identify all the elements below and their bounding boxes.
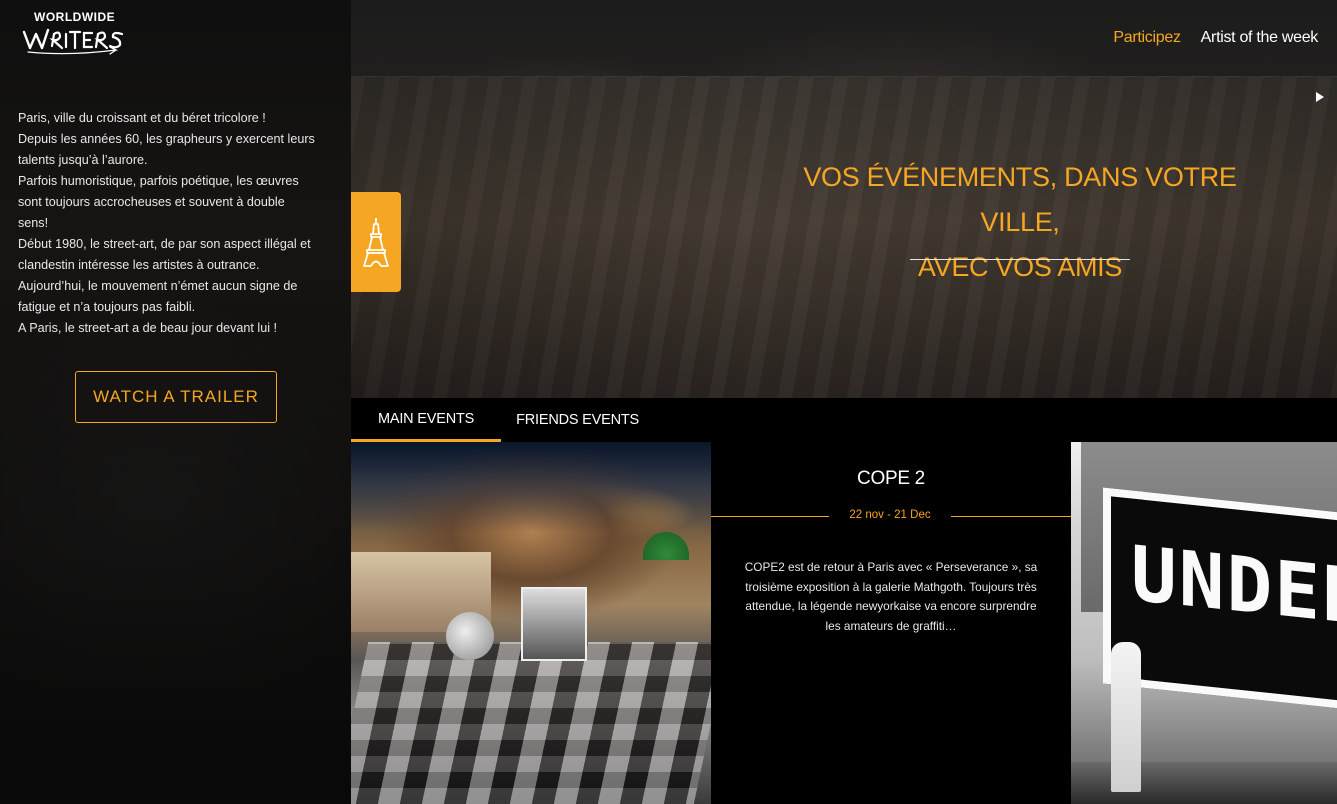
intro-line: Depuis les années 60, les grapheurs y ex… (18, 132, 315, 167)
date-divider-right (951, 516, 1071, 517)
event-date: 22 nov - 21 Dec (849, 509, 931, 521)
event-title[interactable]: COPE 2 (711, 468, 1071, 490)
intro-text: Paris, ville du croissant et du béret tr… (18, 108, 318, 339)
intro-line: Début 1980, le street-art, de par son as… (18, 237, 311, 272)
photo-portrait-rooftop (351, 642, 711, 804)
site-logo[interactable]: WORLDWIDE (20, 10, 130, 56)
photo-mosque-dome (643, 532, 689, 560)
intro-line: Aujourd’hui, le mouvement n’émet aucun s… (18, 279, 298, 314)
date-divider-left (711, 516, 829, 517)
nav-participez[interactable]: Participez (1113, 29, 1181, 47)
logo-wordmark-graffiti (22, 28, 124, 55)
tab-main-events[interactable]: MAIN EVENTS (351, 398, 502, 442)
sign-text: UNDER (1131, 528, 1337, 643)
event-card: COPE 2 22 nov - 21 Dec COPE2 est de reto… (711, 442, 1071, 804)
photo-satellite-dish (446, 612, 494, 660)
photo-painter (1111, 642, 1141, 792)
top-nav: Participez Artist of the week (1113, 29, 1318, 47)
play-arrow-icon[interactable] (1316, 92, 1324, 102)
events-section: MAIN EVENTS FRIENDS EVENTS COPE 2 22 nov… (351, 398, 1337, 804)
tagline-divider (910, 259, 1130, 260)
photo-portrait-poster (521, 587, 587, 661)
events-tabs: MAIN EVENTS FRIENDS EVENTS (351, 398, 1337, 442)
intro-line: Parfois humoristique, parfois poétique, … (18, 174, 299, 230)
watch-trailer-button[interactable]: WATCH A TRAILER (75, 371, 277, 423)
event-photo-under-sign[interactable]: UNDER (1071, 442, 1337, 804)
city-selector-badge[interactable] (351, 192, 401, 292)
eiffel-tower-icon (363, 218, 389, 267)
event-description: COPE2 est de retour à Paris avec « Perse… (744, 560, 1038, 633)
event-photo-village[interactable] (351, 442, 711, 804)
tab-friends-events[interactable]: FRIENDS EVENTS (501, 398, 666, 442)
nav-artist-of-the-week[interactable]: Artist of the week (1201, 29, 1319, 47)
tagline-line-1: VOS ÉVÉNEMENTS, DANS VOTRE VILLE, (803, 162, 1237, 237)
tagline-line-2: AVEC VOS AMIS (917, 252, 1123, 282)
intro-line: A Paris, le street-art a de beau jour de… (18, 321, 278, 335)
hero-tagline: VOS ÉVÉNEMENTS, DANS VOTRE VILLE, AVEC V… (770, 155, 1270, 290)
intro-line: Paris, ville du croissant et du béret tr… (18, 111, 266, 125)
